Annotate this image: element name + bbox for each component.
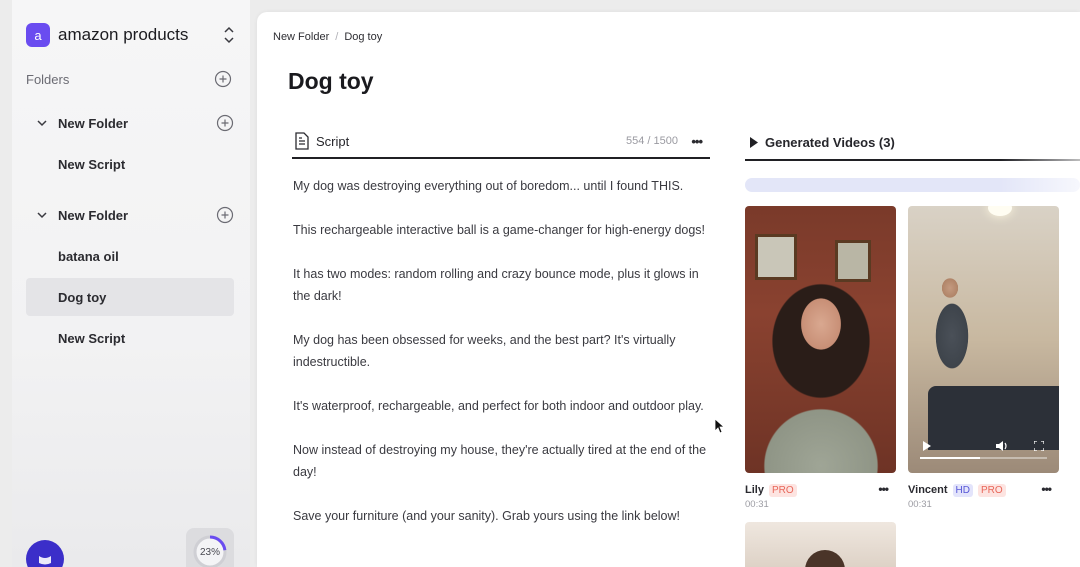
document-icon — [295, 132, 309, 150]
video-scrubber-fill — [920, 457, 980, 459]
video-thumbnail[interactable] — [745, 206, 896, 473]
sidebar: a amazon products Folders New Folder New… — [12, 0, 250, 567]
chevron-down-icon[interactable] — [36, 117, 48, 129]
breadcrumb-separator: / — [335, 31, 339, 43]
folder-row[interactable]: New Folder — [26, 196, 234, 234]
chevron-down-icon[interactable] — [36, 209, 48, 221]
character-count: 554 / 1500 — [626, 135, 678, 147]
script-paragraph: Save your furniture (and your sanity). G… — [293, 509, 680, 523]
more-options-icon[interactable]: ••• — [878, 482, 889, 496]
edge-fade — [1000, 12, 1080, 202]
hd-badge: HD — [952, 483, 973, 497]
workspace-switcher[interactable]: a amazon products — [26, 22, 236, 48]
fullscreen-icon[interactable] — [1034, 441, 1044, 451]
user-icon — [39, 556, 51, 565]
sidebar-item-label: New Script — [58, 330, 126, 346]
volume-icon[interactable] — [996, 441, 1008, 451]
sidebar-item-label: batana oil — [58, 248, 119, 264]
add-item-icon[interactable] — [216, 114, 234, 132]
generated-videos-label: Generated Videos (3) — [765, 134, 895, 150]
chevron-up-down-icon[interactable] — [222, 24, 236, 46]
sidebar-item-new-script[interactable]: New Script — [26, 319, 234, 357]
script-paragraph: Now instead of destroying my house, they… — [293, 443, 707, 479]
folder-row[interactable]: New Folder — [26, 104, 234, 142]
video-scrubber[interactable] — [920, 457, 1047, 459]
sidebar-item-label: Dog toy — [58, 289, 107, 305]
person-head — [805, 550, 845, 567]
script-paragraph: My dog has been obsessed for weeks, and … — [293, 333, 676, 369]
more-options-icon[interactable]: ••• — [1041, 482, 1052, 496]
video-duration: 00:31 — [745, 499, 769, 510]
wall-frame — [835, 240, 871, 282]
pro-badge: PRO — [977, 483, 1006, 497]
sidebar-item-dog-toy[interactable]: Dog toy — [26, 278, 234, 316]
workspace-logo: a — [26, 23, 50, 47]
video-duration: 00:31 — [908, 499, 932, 510]
sidebar-item-batana-oil[interactable]: batana oil — [26, 237, 234, 275]
mouse-cursor-icon — [714, 418, 726, 434]
add-folder-icon[interactable] — [214, 70, 232, 88]
video-creator-name: Lily — [745, 484, 764, 496]
breadcrumb-parent[interactable]: New Folder — [273, 31, 329, 43]
play-icon[interactable] — [922, 441, 932, 451]
script-label: Script — [316, 133, 350, 149]
breadcrumb: New Folder / Dog toy — [273, 31, 382, 43]
folders-header: Folders — [26, 70, 232, 88]
play-icon — [750, 136, 758, 148]
video-thumbnail[interactable] — [908, 206, 1059, 473]
video-thumbnail[interactable] — [745, 522, 896, 567]
main-panel: New Folder / Dog toy Dog toy Script 554 … — [257, 12, 1080, 567]
add-item-icon[interactable] — [216, 206, 234, 224]
video-card-lily[interactable]: Lily PRO ••• 00:31 — [745, 206, 896, 510]
video-creator-name: Vincent — [908, 484, 948, 496]
wall-frame — [755, 234, 797, 280]
script-editor[interactable]: My dog was destroying everything out of … — [293, 175, 711, 549]
folder-label: New Folder — [58, 207, 129, 223]
folder-label: New Folder — [58, 115, 129, 131]
video-card-vincent[interactable]: Vincent HD PRO ••• 00:31 — [908, 206, 1059, 510]
script-paragraph: It's waterproof, rechargeable, and perfe… — [293, 399, 704, 413]
video-meta: Vincent HD PRO ••• — [908, 482, 1059, 498]
script-tab[interactable]: Script 554 / 1500 ••• — [292, 125, 710, 159]
workspace-name: amazon products — [58, 25, 189, 44]
script-paragraph: This rechargeable interactive ball is a … — [293, 223, 706, 237]
breadcrumb-current: Dog toy — [344, 31, 383, 43]
video-controls — [908, 439, 1059, 473]
usage-percent: 23% — [199, 546, 220, 558]
pro-badge: PRO — [768, 483, 797, 497]
sidebar-item-label: New Script — [58, 156, 126, 172]
script-paragraph: It has two modes: random rolling and cra… — [293, 267, 699, 303]
folders-label: Folders — [26, 71, 70, 87]
page-title: Dog toy — [288, 68, 374, 94]
usage-meter[interactable]: 23% — [186, 528, 234, 567]
ceiling-lamp — [988, 206, 1012, 216]
video-meta: Lily PRO ••• — [745, 482, 896, 498]
sidebar-item-new-script[interactable]: New Script — [26, 145, 234, 183]
script-paragraph: My dog was destroying everything out of … — [293, 179, 684, 193]
more-options-icon[interactable]: ••• — [691, 134, 703, 149]
avatar[interactable] — [26, 540, 64, 567]
